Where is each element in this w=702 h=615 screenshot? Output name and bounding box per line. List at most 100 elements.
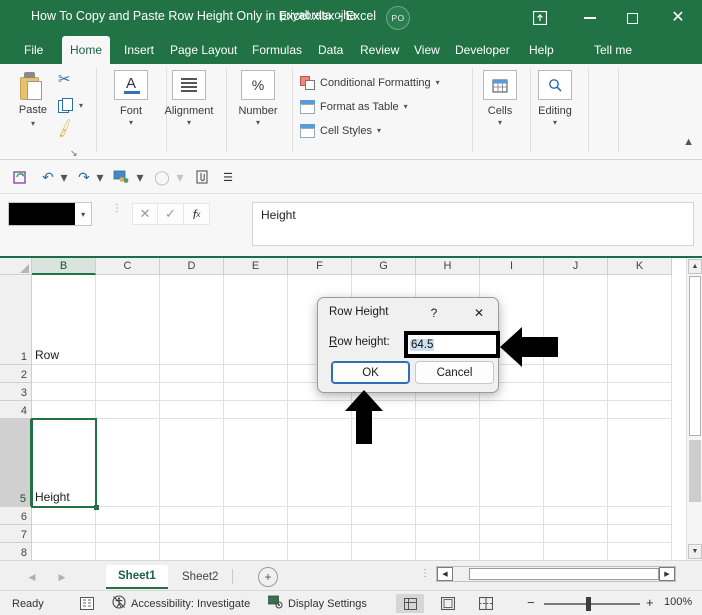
close-icon[interactable]: ✕ [663,4,693,32]
scroll-left-icon[interactable]: ◀ [437,567,453,581]
cell-C3[interactable] [96,383,160,401]
share-people-icon[interactable] [110,166,132,188]
zoom-out-button[interactable]: − [527,595,535,610]
cell-F5[interactable] [288,419,352,507]
sheet-next-icon[interactable]: ▶ [52,568,72,586]
row-header-4[interactable]: 4 [0,401,32,419]
cell-B3[interactable] [32,383,96,401]
customize-qat-icon[interactable]: ☰ [220,166,236,188]
fill-handle[interactable] [94,505,99,510]
cell-I7[interactable] [480,525,544,543]
cell-B2[interactable] [32,365,96,383]
tab-developer[interactable]: Developer [447,36,518,64]
cell-D5[interactable] [160,419,224,507]
cell-H7[interactable] [416,525,480,543]
row-header-6[interactable]: 6 [0,507,32,525]
scroll-down-icon[interactable]: ▼ [688,544,702,559]
column-header-K[interactable]: K [608,258,672,275]
cell-B7[interactable] [32,525,96,543]
page-break-view-icon[interactable] [472,594,500,613]
cell-J8[interactable] [544,543,608,561]
column-header-H[interactable]: H [416,258,480,275]
cell-D7[interactable] [160,525,224,543]
editing-chevron-down-icon[interactable]: ▾ [526,119,584,127]
cell-E7[interactable] [224,525,288,543]
tab-file[interactable]: File [16,36,51,64]
ok-button[interactable]: OK [331,361,410,384]
row-header-7[interactable]: 7 [0,525,32,543]
chevron-down-icon[interactable]: ▾ [10,120,56,128]
formula-bar-handle[interactable]: ⋮ [112,206,122,212]
cell-D1[interactable] [160,275,224,365]
font-chevron-down-icon[interactable]: ▾ [100,119,162,127]
normal-view-icon[interactable] [396,594,424,613]
cell-D6[interactable] [160,507,224,525]
paste-button[interactable]: Paste ▾ [10,70,56,144]
cell-I4[interactable] [480,401,544,419]
cell-K4[interactable] [608,401,672,419]
cell-F7[interactable] [288,525,352,543]
touch-draw-icon[interactable]: ◯ [152,166,172,188]
cell-E8[interactable] [224,543,288,561]
column-header-B[interactable]: B [32,258,96,275]
name-box[interactable]: ▾ [8,202,92,226]
tab-home[interactable]: Home [62,36,110,64]
format-painter-icon[interactable]: 🖌 [54,117,77,139]
add-sheet-button[interactable]: + [258,567,278,587]
undo-icon[interactable]: ↶ [38,166,58,188]
autosave-refresh-icon[interactable] [10,166,30,188]
cells-chevron-down-icon[interactable]: ▾ [474,119,526,127]
cell-E4[interactable] [224,401,288,419]
enter-check-icon[interactable]: ✓ [158,203,184,225]
number-chevron-down-icon[interactable]: ▾ [228,119,288,127]
scroll-right-icon[interactable]: ▶ [659,567,675,581]
cell-E5[interactable] [224,419,288,507]
alignment-group-button[interactable]: Alignment ▾ [158,70,220,127]
minimize-icon[interactable] [575,4,605,32]
zoom-in-button[interactable]: + [646,595,654,610]
cell-E6[interactable] [224,507,288,525]
cell-K6[interactable] [608,507,672,525]
tab-data[interactable]: Data [310,36,351,64]
sheet-prev-icon[interactable]: ◀ [22,568,42,586]
cell-I8[interactable] [480,543,544,561]
cell-I5[interactable] [480,419,544,507]
tab-help[interactable]: Help [521,36,562,64]
tab-insert[interactable]: Insert [116,36,162,64]
row-header-5[interactable]: 5 [0,419,32,507]
cell-K5[interactable] [608,419,672,507]
row-header-1[interactable]: 1 [0,275,32,365]
cell-styles-button[interactable]: Cell Styles ▾ [300,124,381,138]
tab-view[interactable]: View [406,36,448,64]
record-macro-icon[interactable] [80,595,94,612]
redo-icon[interactable]: ↷ [74,166,94,188]
cell-B5[interactable]: Height [32,419,96,507]
alignment-chevron-down-icon[interactable]: ▾ [158,119,220,127]
fx-icon[interactable]: fx [184,203,210,225]
account-name[interactable]: priyabrata ojha [280,10,356,22]
cell-K2[interactable] [608,365,672,383]
attach-icon[interactable] [192,166,214,188]
cell-D3[interactable] [160,383,224,401]
cell-E2[interactable] [224,365,288,383]
draw-chevron-down-icon[interactable]: ▾ [174,166,186,188]
row-header-8[interactable]: 8 [0,543,32,561]
chevron-down-icon[interactable]: ▾ [436,79,440,87]
cell-D4[interactable] [160,401,224,419]
cell-J6[interactable] [544,507,608,525]
cells-group-button[interactable]: Cells ▾ [474,70,526,127]
cell-B1[interactable]: Row [32,275,96,365]
cell-D8[interactable] [160,543,224,561]
scroll-up-icon[interactable]: ▲ [688,259,702,274]
cell-B4[interactable] [32,401,96,419]
cell-K7[interactable] [608,525,672,543]
select-all-button[interactable] [0,258,32,275]
cell-K1[interactable] [608,275,672,365]
name-box-chevron-down-icon[interactable]: ▾ [75,203,91,225]
cell-B8[interactable] [32,543,96,561]
conditional-formatting-button[interactable]: Conditional Formatting ▾ [300,76,440,90]
cell-C4[interactable] [96,401,160,419]
format-as-table-button[interactable]: Format as Table ▾ [300,100,408,114]
column-header-I[interactable]: I [480,258,544,275]
vertical-scrollbar-thumb[interactable] [689,276,701,436]
